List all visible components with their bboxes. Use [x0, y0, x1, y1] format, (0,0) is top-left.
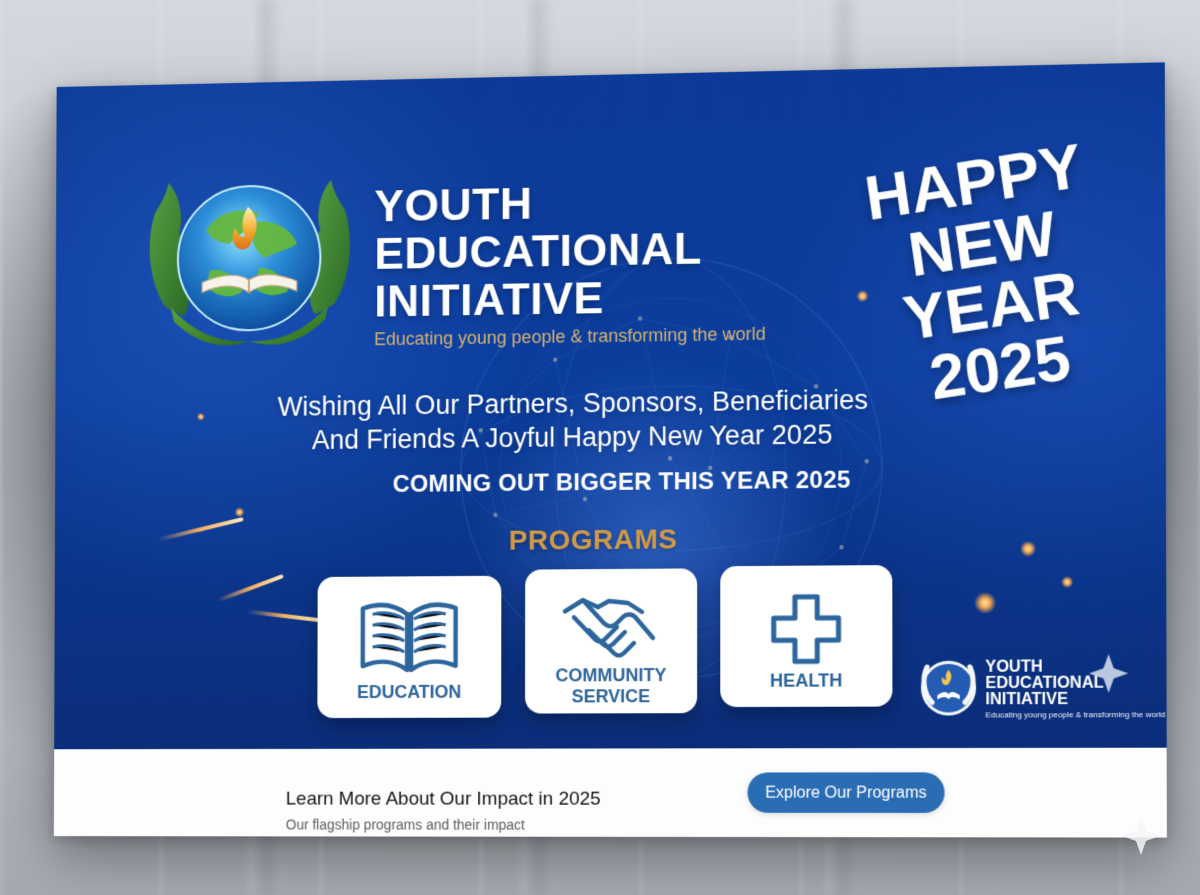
wish-message: Wishing All Our Partners, Sponsors, Bene…: [259, 382, 887, 457]
sparkle-light: [1061, 575, 1074, 589]
light-streak: [247, 609, 321, 623]
program-label-line: COMMUNITY: [555, 664, 667, 686]
organization-logo: [130, 155, 370, 361]
sparkle-light: [1019, 540, 1037, 558]
programs-card-group: EDUCATION COMMUNITY SERVICE HEALTH: [317, 565, 918, 720]
light-streak: [157, 517, 244, 542]
globe-book-laurel-icon: [149, 179, 351, 346]
mini-brand-line: INITIATIVE: [985, 690, 1069, 709]
program-label: HEALTH: [769, 670, 843, 691]
explore-programs-button[interactable]: Explore Our Programs: [747, 772, 945, 813]
mini-logo-icon: [912, 652, 986, 716]
coming-out-message: COMING OUT BIGGER THIS YEAR 2025: [392, 466, 851, 498]
mini-brand-line: YOUTH: [985, 658, 1043, 676]
hero-banner: YOUTH EDUCATIONAL INITIATIVE Educating y…: [54, 62, 1167, 750]
brand-line: YOUTH: [374, 177, 533, 232]
brand-block: YOUTH EDUCATIONAL INITIATIVE Educating y…: [374, 175, 793, 350]
program-card-health[interactable]: HEALTH: [720, 565, 893, 708]
light-streak: [216, 574, 284, 603]
corner-sparkle-icon: [1120, 815, 1162, 857]
footer-cta-strip: Learn More About Our Impact in 2025 Our …: [53, 747, 1167, 838]
program-card-community-service[interactable]: COMMUNITY SERVICE: [525, 568, 698, 714]
wish-line: And Friends A Joyful Happy New Year 2025: [311, 419, 833, 456]
impact-subtitle: Our flagship programs and their impact: [285, 816, 525, 833]
mini-brand-tagline: Educating young people & transforming th…: [985, 709, 1166, 720]
programs-heading: PROGRAMS: [508, 523, 678, 556]
screen-scene: YOUTH EDUCATIONAL INITIATIVE Educating y…: [0, 0, 1200, 895]
sparkle-light: [234, 507, 245, 518]
plus-icon: [767, 590, 846, 669]
program-label: EDUCATION: [356, 681, 462, 703]
sparkle-light: [196, 412, 205, 421]
program-label-line: SERVICE: [571, 686, 651, 707]
book-icon: [355, 596, 464, 678]
sparkle-light: [973, 591, 997, 615]
brand-line: EDUCATIONAL: [374, 222, 702, 279]
sparkle-icon: [1087, 652, 1130, 695]
display-screen: YOUTH EDUCATIONAL INITIATIVE Educating y…: [53, 62, 1167, 838]
handshake-icon: [556, 583, 666, 664]
program-card-education[interactable]: EDUCATION: [317, 575, 502, 719]
new-year-headline: HAPPY NEW YEAR 2025: [848, 131, 1126, 418]
impact-title: Learn More About Our Impact in 2025: [285, 788, 601, 810]
brand-line: INITIATIVE: [374, 272, 604, 327]
